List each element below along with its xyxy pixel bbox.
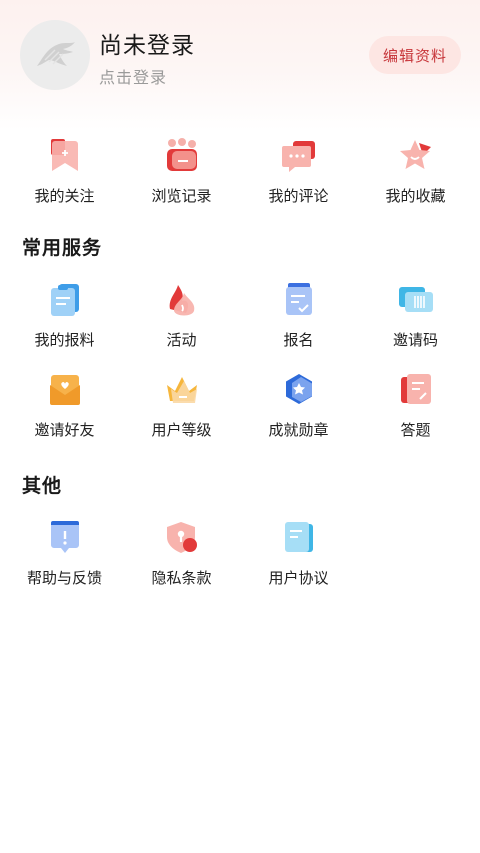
- crown-icon: [162, 370, 202, 410]
- service-label: 用户等级: [151, 421, 212, 439]
- medal-icon: [279, 370, 319, 410]
- login-hint[interactable]: 点击登录: [99, 64, 167, 88]
- service-achievement-medals[interactable]: 成就勋章: [240, 370, 357, 440]
- username[interactable]: 尚未登录: [99, 26, 195, 60]
- quick-action-comments[interactable]: 我的评论: [240, 136, 357, 206]
- service-label: 报名: [283, 331, 314, 349]
- service-label: 答题: [400, 421, 431, 439]
- other-label: 帮助与反馈: [26, 569, 102, 587]
- services-section-title: 常用服务: [22, 237, 103, 259]
- other-label: 隐私条款: [151, 569, 212, 587]
- service-activities[interactable]: 活动: [123, 280, 240, 350]
- service-signup[interactable]: 报名: [240, 280, 357, 350]
- other-privacy-terms[interactable]: 隐私条款: [123, 518, 240, 588]
- other-help-feedback[interactable]: 帮助与反馈: [6, 518, 123, 588]
- quick-action-favorites[interactable]: 我的收藏: [357, 136, 474, 206]
- quick-action-label: 浏览记录: [151, 187, 212, 205]
- service-label: 活动: [166, 331, 197, 349]
- quick-action-label: 我的收藏: [385, 187, 446, 205]
- bookmark-icon: [45, 136, 85, 176]
- service-invite-code[interactable]: 邀请码: [357, 280, 474, 350]
- other-label: 用户协议: [268, 569, 329, 587]
- service-label: 邀请好友: [34, 421, 95, 439]
- comment-icon: [279, 136, 319, 176]
- help-feedback-icon: [45, 518, 85, 558]
- service-invite-friends[interactable]: 邀请好友: [6, 370, 123, 440]
- avatar[interactable]: [20, 20, 90, 90]
- clipboard-icon: [45, 280, 85, 320]
- other-row: 帮助与反馈 隐私条款 用户协议: [0, 518, 480, 588]
- envelope-heart-icon: [45, 370, 85, 410]
- service-quiz[interactable]: 答题: [357, 370, 474, 440]
- flame-icon: [162, 280, 202, 320]
- quick-action-following[interactable]: 我的关注: [6, 136, 123, 206]
- service-label: 成就勋章: [268, 421, 329, 439]
- star-icon: [396, 136, 436, 176]
- service-label: 邀请码: [392, 331, 438, 349]
- quiz-icon: [396, 370, 436, 410]
- service-user-level[interactable]: 用户等级: [123, 370, 240, 440]
- other-section-title: 其他: [22, 475, 63, 497]
- profile-header: 尚未登录 点击登录 编辑资料: [0, 0, 480, 130]
- service-my-reports[interactable]: 我的报料: [6, 280, 123, 350]
- barcode-card-icon: [396, 280, 436, 320]
- agreement-icon: [279, 518, 319, 558]
- history-icon: [162, 136, 202, 176]
- edit-profile-button[interactable]: 编辑资料: [369, 36, 461, 74]
- quick-action-label: 我的评论: [268, 187, 329, 205]
- default-avatar-icon: [37, 42, 75, 66]
- privacy-shield-icon: [162, 518, 202, 558]
- other-user-agreement[interactable]: 用户协议: [240, 518, 357, 588]
- services-row-2: 邀请好友 用户等级 成就勋章 答题: [0, 370, 480, 440]
- signup-icon: [279, 280, 319, 320]
- quick-actions: 我的关注 浏览记录 我的评论 我的收藏: [0, 136, 480, 206]
- quick-action-history[interactable]: 浏览记录: [123, 136, 240, 206]
- service-label: 我的报料: [34, 331, 95, 349]
- services-row-1: 我的报料 活动 报名 邀请码: [0, 280, 480, 350]
- quick-action-label: 我的关注: [34, 187, 95, 205]
